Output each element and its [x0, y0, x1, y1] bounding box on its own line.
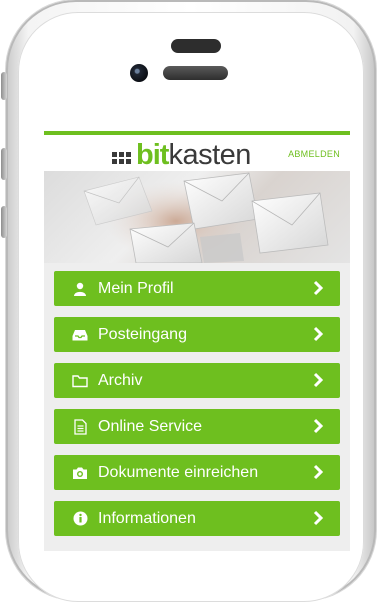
- menu-item-online-service[interactable]: Online Service: [54, 409, 340, 444]
- info-icon: [72, 511, 88, 527]
- document-icon: [72, 418, 88, 435]
- chevron-right-icon: [313, 418, 324, 434]
- chevron-right-icon: [313, 510, 324, 526]
- user-icon: [72, 281, 88, 297]
- camera-icon: [72, 465, 88, 481]
- menu-item-label: Informationen: [98, 509, 196, 527]
- menu-item-label: Mein Profil: [98, 279, 174, 297]
- phone-side-button: [1, 148, 7, 180]
- phone-camera: [130, 64, 148, 82]
- logo-dots-icon: [112, 152, 131, 164]
- menu-item-archiv[interactable]: Archiv: [54, 363, 340, 398]
- envelopes-illustration: [83, 172, 329, 263]
- logo-text-kasten: kasten: [168, 139, 251, 171]
- phone-side-button: [1, 206, 7, 238]
- logo-text-bit: bit: [136, 139, 169, 171]
- chevron-right-icon: [313, 326, 324, 342]
- folder-icon: [72, 373, 88, 389]
- phone-speaker: [163, 66, 228, 80]
- menu-item-label: Archiv: [98, 371, 143, 389]
- hero-image: [44, 171, 350, 263]
- main-menu: Mein Profil Posteingang Archiv Online Se…: [54, 271, 340, 547]
- menu-item-informationen[interactable]: Informationen: [54, 501, 340, 536]
- logout-link[interactable]: ABMELDEN: [288, 149, 340, 159]
- inbox-icon: [72, 327, 88, 343]
- menu-item-label: Dokumente einreichen: [98, 463, 259, 481]
- chevron-right-icon: [313, 280, 324, 296]
- app-header: bit kasten ABMELDEN: [44, 135, 350, 171]
- menu-item-dokumente-einreichen[interactable]: Dokumente einreichen: [54, 455, 340, 490]
- menu-item-label: Posteingang: [98, 325, 187, 343]
- menu-item-mein-profil[interactable]: Mein Profil: [54, 271, 340, 306]
- chevron-right-icon: [313, 372, 324, 388]
- menu-item-label: Online Service: [98, 417, 203, 435]
- bitkasten-logo[interactable]: bit kasten: [112, 140, 251, 170]
- phone-side-button: [1, 72, 7, 100]
- phone-earpiece: [171, 39, 221, 53]
- chevron-right-icon: [313, 464, 324, 480]
- app-screen: bit kasten ABMELDEN Mein Profil Posteing…: [44, 131, 350, 551]
- menu-item-posteingang[interactable]: Posteingang: [54, 317, 340, 352]
